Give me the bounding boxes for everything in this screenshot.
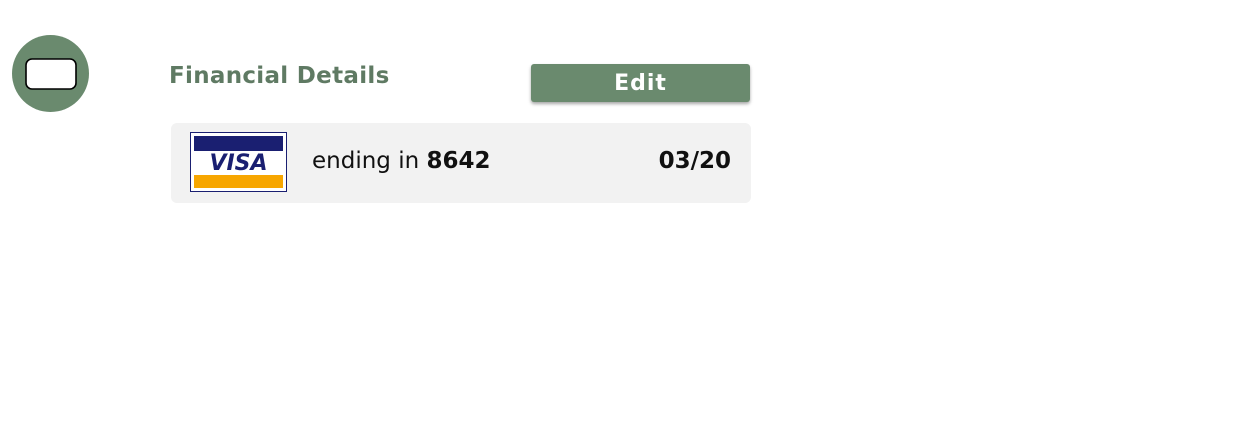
card-last4: 8642 [426, 148, 491, 174]
svg-text:VISA: VISA [209, 151, 267, 176]
section-title: Financial Details [169, 63, 390, 89]
financial-details-page: Financial Details Edit VISA ending in 86… [0, 0, 1247, 441]
credit-card-icon [12, 35, 89, 112]
card-ending-prefix: ending in [312, 148, 420, 174]
card-expiry: 03/20 [658, 148, 731, 174]
payment-card-row[interactable]: VISA ending in 8642 03/20 [171, 123, 751, 203]
card-ending-text: ending in 8642 [312, 145, 491, 177]
visa-logo-icon: VISA [190, 132, 287, 192]
edit-button[interactable]: Edit [531, 64, 750, 102]
